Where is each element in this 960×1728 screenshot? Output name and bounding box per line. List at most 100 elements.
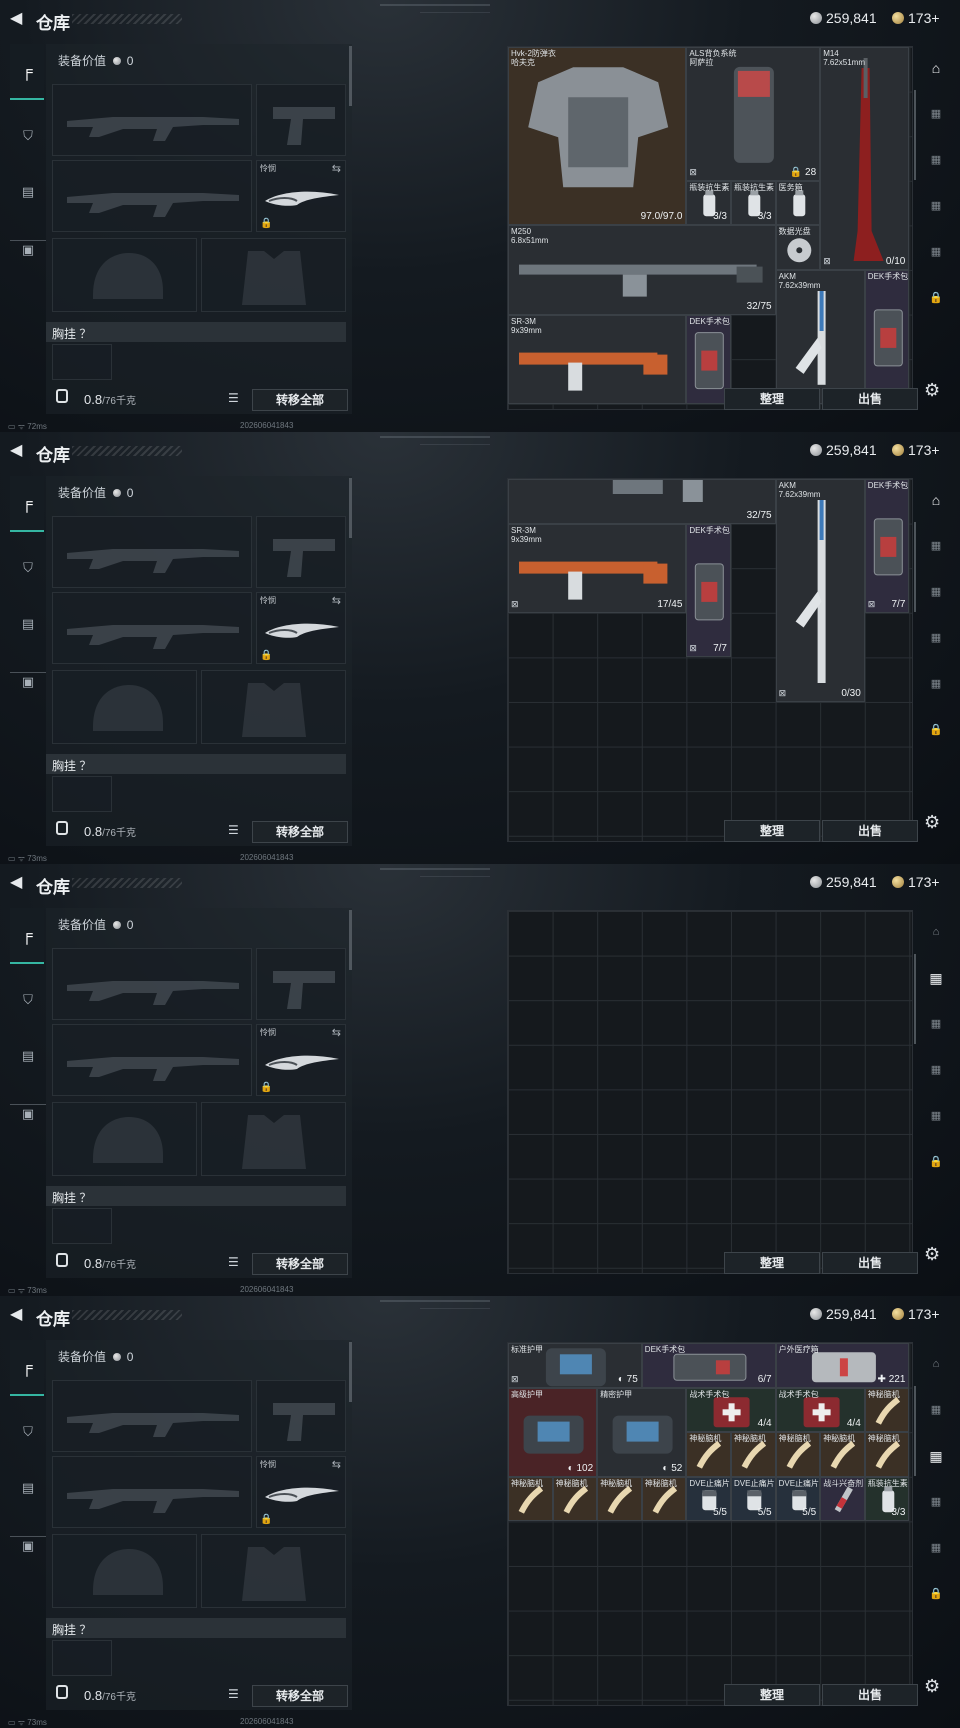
- grid-scrollbar[interactable]: [914, 1386, 916, 1476]
- sell-button[interactable]: 出售: [822, 1684, 918, 1706]
- inventory-item[interactable]: 瓶装抗生素 3/3: [864, 1476, 910, 1522]
- inventory-item[interactable]: 战术手术包 4/4: [686, 1387, 776, 1433]
- inventory-item[interactable]: DEK手术包 6/7: [641, 1343, 776, 1388]
- helmet-slot[interactable]: [52, 238, 197, 312]
- tab-icon-page[interactable]: ▦: [922, 102, 950, 126]
- sell-button[interactable]: 出售: [822, 1252, 918, 1274]
- tab-icon-page[interactable]: ▦: [922, 1398, 950, 1422]
- transfer-all-button[interactable]: 转移全部: [252, 389, 348, 411]
- inventory-item[interactable]: 神秘脑机: [641, 1476, 687, 1522]
- inventory-item[interactable]: ALS背负系统 阿萨拉 ⊠ 🔒 28: [686, 47, 821, 181]
- silver-currency[interactable]: 259,841: [810, 442, 877, 458]
- chest-rig-slot[interactable]: [52, 776, 112, 812]
- nav-weapons[interactable]: ╒: [10, 908, 44, 964]
- list-icon[interactable]: ☰: [228, 823, 239, 837]
- silver-currency[interactable]: 259,841: [810, 10, 877, 26]
- back-arrow-icon[interactable]: ◀: [10, 1307, 24, 1323]
- secondary-weapon-slot[interactable]: [52, 160, 252, 232]
- inventory-item[interactable]: SR-3M 9x39mm ⊠ 17/45: [508, 523, 687, 613]
- inventory-item[interactable]: 神秘脑机: [597, 1476, 642, 1522]
- tab-icon-page[interactable]: ▦: [922, 672, 950, 696]
- swap-icon[interactable]: ⇆: [332, 594, 341, 607]
- nav-armor-icon[interactable]: ⛉: [14, 122, 42, 150]
- primary-weapon-slot[interactable]: [52, 84, 252, 156]
- inventory-item[interactable]: DEK手术包 ⊠ 7/7: [686, 523, 731, 658]
- chest-rig-slot[interactable]: [52, 344, 112, 380]
- inventory-item[interactable]: DVE止痛片 5/5: [686, 1476, 731, 1522]
- inventory-item[interactable]: DVE止痛片 5/5: [775, 1476, 821, 1522]
- helmet-slot[interactable]: [52, 670, 197, 744]
- list-icon[interactable]: ☰: [228, 391, 239, 405]
- inventory-item[interactable]: 瓶装抗生素 3/3: [686, 180, 731, 226]
- melee-slot[interactable]: 怜悯 ⇆ 🔒: [256, 592, 346, 664]
- back-arrow-icon[interactable]: ◀: [10, 11, 24, 27]
- inventory-item[interactable]: 瓶装抗生素 3/3: [731, 180, 776, 226]
- tab-icon-page[interactable]: ▦: [922, 1490, 950, 1514]
- chest-rig-header[interactable]: 胸挂 ？: [46, 322, 346, 342]
- gold-currency[interactable]: 173+: [892, 442, 940, 458]
- sell-button[interactable]: 出售: [822, 820, 918, 842]
- tab-icon-home[interactable]: ⌂: [922, 56, 950, 80]
- settings-gear-icon[interactable]: ⚙: [924, 1676, 940, 1697]
- left-scrollbar[interactable]: [349, 1342, 352, 1402]
- nav-armor-icon[interactable]: ⛉: [14, 554, 42, 582]
- tab-icon-page[interactable]: ▦: [922, 240, 950, 264]
- inventory-item[interactable]: 战术手术包 4/4: [775, 1387, 865, 1433]
- nav-weapons[interactable]: ╒: [10, 44, 44, 100]
- back-arrow-icon[interactable]: ◀: [10, 443, 24, 459]
- inventory-item[interactable]: 神秘脑机: [731, 1432, 776, 1477]
- tab-icon-page[interactable]: ▦: [922, 1444, 950, 1468]
- body-armor-slot[interactable]: [201, 1102, 346, 1176]
- inventory-item[interactable]: 神秘脑机: [508, 1476, 553, 1522]
- tab-icon-page[interactable]: ▦: [922, 534, 950, 558]
- pistol-slot[interactable]: [256, 1380, 346, 1452]
- chest-rig-slot[interactable]: [52, 1208, 112, 1244]
- nav-weapons[interactable]: ╒: [10, 476, 44, 532]
- pistol-slot[interactable]: [256, 948, 346, 1020]
- nav-weapons[interactable]: ╒: [10, 1340, 44, 1396]
- secondary-weapon-slot[interactable]: [52, 1456, 252, 1528]
- grid-scrollbar[interactable]: [914, 522, 916, 612]
- tab-icon-home[interactable]: ⌂: [922, 1352, 950, 1376]
- inventory-item[interactable]: 医务箱: [775, 180, 821, 226]
- inventory-item[interactable]: 神秘脑机: [552, 1476, 598, 1522]
- nav-armor-icon[interactable]: ⛉: [14, 986, 42, 1014]
- gold-currency[interactable]: 173+: [892, 1306, 940, 1322]
- inventory-item[interactable]: 户外医疗箱 ✚ 221: [775, 1343, 910, 1388]
- primary-weapon-slot[interactable]: [52, 1380, 252, 1452]
- sort-button[interactable]: 整理: [724, 1684, 820, 1706]
- tab-icon-home[interactable]: ⌂: [922, 488, 950, 512]
- swap-icon[interactable]: ⇆: [332, 1458, 341, 1471]
- tab-icon-page[interactable]: ▦: [922, 194, 950, 218]
- settings-gear-icon[interactable]: ⚙: [924, 1244, 940, 1265]
- nav-clipboard-icon[interactable]: ▤: [14, 178, 42, 206]
- inventory-item[interactable]: 神秘脑机: [686, 1432, 731, 1477]
- swap-icon[interactable]: ⇆: [332, 162, 341, 175]
- tab-icon-lock[interactable]: 🔒: [922, 1582, 950, 1606]
- transfer-all-button[interactable]: 转移全部: [252, 821, 348, 843]
- left-scrollbar[interactable]: [349, 478, 352, 538]
- inventory-item[interactable]: 32/75: [508, 479, 776, 524]
- back-arrow-icon[interactable]: ◀: [10, 875, 24, 891]
- nav-clipboard-icon[interactable]: ▤: [14, 1474, 42, 1502]
- nav-clipboard-icon[interactable]: ▤: [14, 610, 42, 638]
- melee-slot[interactable]: 怜悯 ⇆ 🔒: [256, 1024, 346, 1096]
- primary-weapon-slot[interactable]: [52, 948, 252, 1020]
- tab-icon-page[interactable]: ▦: [922, 580, 950, 604]
- inventory-item[interactable]: M250 6.8x51mm 32/75: [508, 225, 776, 315]
- gold-currency[interactable]: 173+: [892, 10, 940, 26]
- tab-icon-home[interactable]: ⌂: [922, 920, 950, 944]
- sell-button[interactable]: 出售: [822, 388, 918, 410]
- inventory-item[interactable]: Hvk-2防弹衣 哈夫克 97.0/97.0: [508, 47, 687, 226]
- inventory-item[interactable]: 精密护甲 ◐ 52: [597, 1387, 687, 1477]
- inventory-item[interactable]: M14 7.62x51mm ⊠ 0/10: [820, 47, 910, 270]
- inventory-item[interactable]: 神秘脑机: [775, 1432, 821, 1477]
- helmet-slot[interactable]: [52, 1534, 197, 1608]
- inventory-item[interactable]: 高级护甲 ◐ 102: [508, 1387, 598, 1477]
- tab-icon-page[interactable]: ▦: [922, 966, 950, 990]
- inventory-item[interactable]: 神秘脑机: [864, 1432, 910, 1477]
- left-scrollbar[interactable]: [349, 910, 352, 970]
- tab-icon-page[interactable]: ▦: [922, 1012, 950, 1036]
- tab-icon-lock[interactable]: 🔒: [922, 718, 950, 742]
- transfer-all-button[interactable]: 转移全部: [252, 1253, 348, 1275]
